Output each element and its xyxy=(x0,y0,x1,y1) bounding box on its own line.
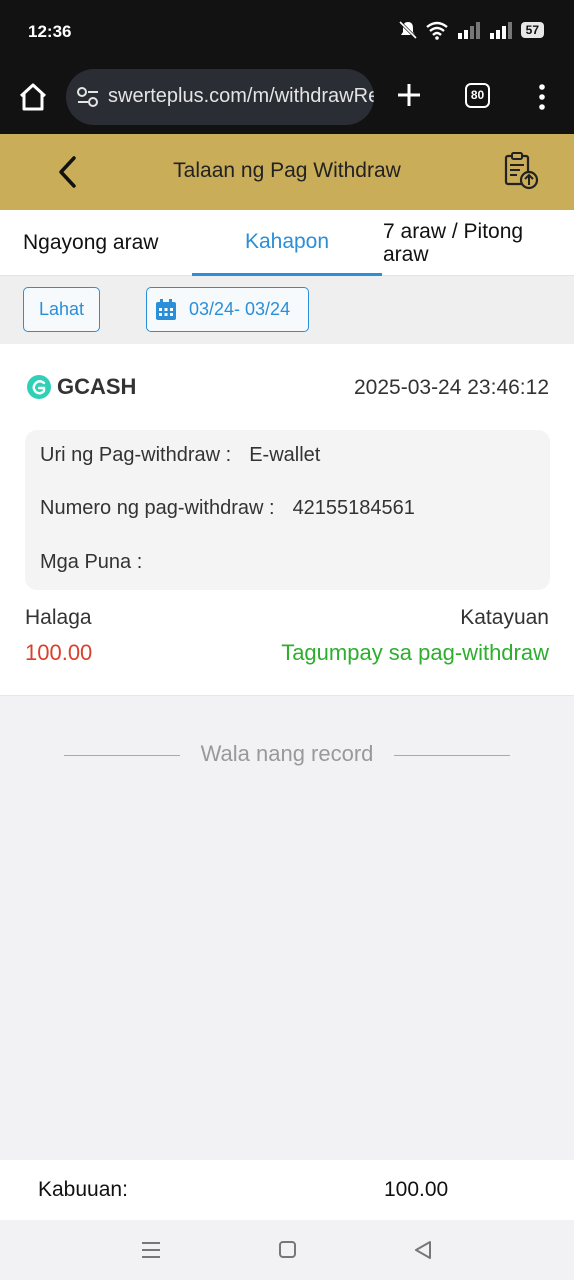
detail-value: 42155184561 xyxy=(292,497,415,519)
amount-label: Halaga xyxy=(25,606,92,629)
withdraw-type-row: Uri ng Pag-withdraw : E-wallet xyxy=(40,444,320,467)
home-icon[interactable] xyxy=(16,80,50,114)
browser-toolbar: swerteplus.com/m/withdrawRe 80 xyxy=(0,62,574,134)
status-bar: 12:36 57 xyxy=(0,0,574,62)
tab-switcher-button[interactable]: 80 xyxy=(465,83,490,108)
withdraw-record: GCASH 2025-03-24 23:46:12 Uri ng Pag-wit… xyxy=(0,344,574,696)
no-more-records-text: Wala nang record xyxy=(200,741,374,766)
date-range-button[interactable]: 03/24- 03/24 xyxy=(146,287,309,332)
url-text: swerteplus.com/m/withdrawRe xyxy=(108,85,374,107)
tab-yesterday[interactable]: Kahapon xyxy=(192,210,382,276)
detail-label: Numero ng pag-withdraw : xyxy=(40,497,275,519)
date-range-text: 03/24- 03/24 xyxy=(189,299,291,319)
clipboard-upload-icon[interactable] xyxy=(500,150,542,192)
battery-indicator: 57 xyxy=(520,22,544,38)
page-header: Talaan ng Pag Withdraw xyxy=(0,134,574,210)
signal-icon-2 xyxy=(489,22,512,39)
no-more-records: Wala nang record xyxy=(64,740,510,770)
total-label: Kabuuan: xyxy=(38,1178,128,1201)
bell-muted-icon xyxy=(398,20,417,40)
nav-home-icon[interactable] xyxy=(279,1241,296,1258)
calendar-icon xyxy=(156,298,176,320)
gcash-icon xyxy=(27,375,51,399)
signal-icon xyxy=(457,22,480,39)
amount-value: 100.00 xyxy=(25,640,93,665)
wifi-icon xyxy=(425,21,448,40)
filter-bar: Lahat 03/24- 03/24 xyxy=(0,276,574,344)
status-time: 12:36 xyxy=(28,22,72,41)
total-bar: Kabuuan: 100.00 xyxy=(0,1160,574,1220)
payment-method-name: GCASH xyxy=(57,374,137,399)
total-value: 100.00 xyxy=(384,1178,449,1201)
record-datetime: 2025-03-24 23:46:12 xyxy=(354,376,549,399)
record-details: Uri ng Pag-withdraw : E-wallet Numero ng … xyxy=(25,430,550,590)
detail-value: E-wallet xyxy=(249,444,321,466)
detail-label: Mga Puna : xyxy=(40,551,143,573)
nav-back-icon[interactable] xyxy=(412,1239,434,1261)
tab-today[interactable]: Ngayong araw xyxy=(23,210,193,276)
detail-label: Uri ng Pag-withdraw : xyxy=(40,444,232,466)
divider-line xyxy=(394,755,510,756)
all-filter-button[interactable]: Lahat xyxy=(23,287,100,332)
more-menu-icon[interactable] xyxy=(530,80,554,114)
date-tabs: Ngayong araw Kahapon 7 araw / Pitong ara… xyxy=(0,210,574,276)
page-title: Talaan ng Pag Withdraw xyxy=(173,159,401,182)
status-value: Tagumpay sa pag-withdraw xyxy=(281,640,549,665)
gcash-logo: GCASH xyxy=(26,374,136,400)
recents-icon[interactable] xyxy=(140,1240,162,1260)
tab-7-days[interactable]: 7 araw / Pitong araw xyxy=(383,210,563,276)
system-nav-bar xyxy=(0,1220,574,1280)
remarks-row: Mga Puna : xyxy=(40,551,160,574)
site-settings-icon[interactable] xyxy=(76,86,100,108)
withdraw-number-row: Numero ng pag-withdraw : 42155184561 xyxy=(40,497,415,520)
status-label: Katayuan xyxy=(460,606,549,629)
new-tab-icon[interactable] xyxy=(392,78,426,112)
url-bar[interactable]: swerteplus.com/m/withdrawRe xyxy=(66,69,374,125)
status-icons: 57 xyxy=(398,20,544,40)
